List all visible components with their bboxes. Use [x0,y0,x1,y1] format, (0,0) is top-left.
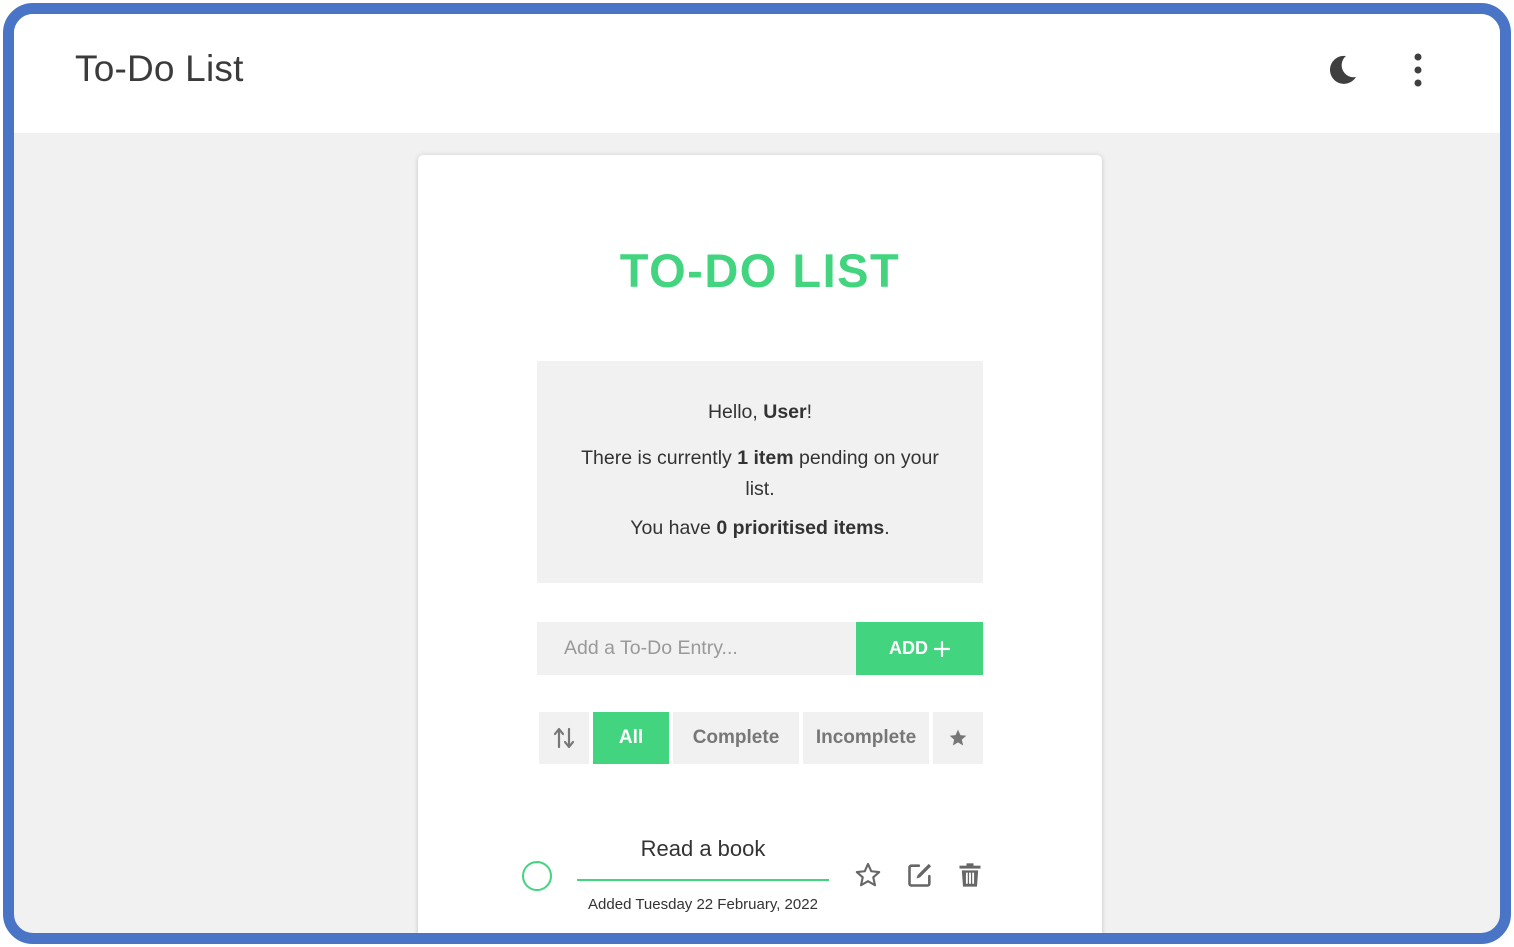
complete-toggle[interactable] [522,861,552,891]
pending-count: 1 item [737,447,794,469]
summary-panel: Hello, User! There is currently 1 item p… [537,361,983,583]
todo-text[interactable]: Read a book [577,836,829,862]
trash-icon [959,863,981,887]
moon-icon [1329,55,1356,84]
theme-toggle-button[interactable] [1324,52,1360,88]
plus-icon [934,640,950,657]
greeting-text: Hello, User! [537,401,983,424]
filter-all-tab[interactable]: All [593,712,669,764]
star-outline-icon [855,862,881,887]
pending-text: There is currently 1 item pending on you… [577,443,943,505]
edit-icon [908,863,932,887]
todo-card: TO-DO LIST Hello, User! There is current… [418,155,1102,933]
more-vertical-icon [1414,53,1422,87]
pending-prefix: There is currently [581,447,738,469]
add-button-label: ADD [889,638,928,658]
prioritised-suffix: . [884,517,890,539]
todo-underline [577,879,829,881]
user-name: User [763,401,807,423]
prioritised-prefix: You have [630,517,717,539]
add-button[interactable]: ADD [856,622,983,675]
more-options-button[interactable] [1406,52,1430,88]
todo-added-date: Added Tuesday 22 February, 2022 [588,896,818,913]
top-app-bar: To-Do List [14,14,1500,133]
todo-entry-input[interactable] [537,622,856,675]
app-window: To-Do List TO-DO LIST Hello, User! There… [3,3,1511,944]
filter-complete-tab[interactable]: Complete [673,712,799,764]
star-filled-icon [949,729,967,746]
sort-arrows-icon [553,727,575,749]
greeting-prefix: Hello, [707,401,764,423]
prioritise-button[interactable] [854,861,882,889]
edit-button[interactable] [906,861,934,889]
filter-incomplete-tab[interactable]: Incomplete [803,712,929,764]
app-title: To-Do List [75,48,244,89]
filter-priority-button[interactable] [933,712,983,764]
greeting-suffix: ! [806,401,813,423]
card-title: TO-DO LIST [619,244,901,297]
prioritised-count: 0 prioritised items [716,517,885,539]
prioritised-text: You have 0 prioritised items. [537,517,983,540]
sort-button[interactable] [539,712,589,764]
delete-button[interactable] [956,861,984,889]
